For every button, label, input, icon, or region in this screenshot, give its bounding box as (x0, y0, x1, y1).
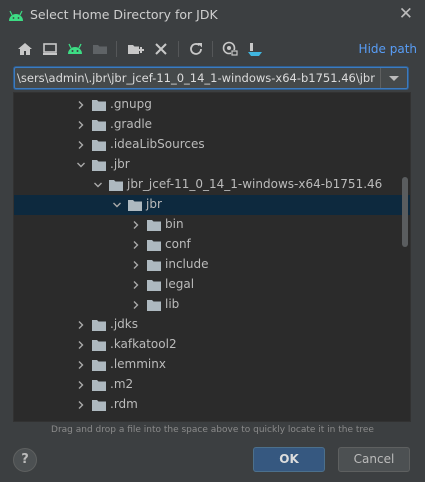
chevron-right-icon[interactable] (75, 359, 87, 371)
tree-scrollbar[interactable] (402, 177, 408, 247)
tree-row[interactable]: .jdks (14, 315, 410, 335)
tree-row[interactable]: .m2 (14, 375, 410, 395)
delete-icon[interactable] (152, 40, 170, 58)
tree-row-label: .gnupg (110, 97, 152, 111)
tree-row-label: .ideaLibSources (110, 137, 205, 151)
tree-row[interactable]: jbr (14, 195, 410, 215)
tree-row-label: conf (165, 237, 191, 251)
cancel-button[interactable]: Cancel (338, 447, 410, 472)
desktop-icon[interactable] (41, 40, 59, 58)
chevron-right-icon[interactable] (130, 239, 142, 251)
path-field[interactable]: \sers\admin\.jbr\jbr_jcef-11_0_14_1-wind… (14, 67, 408, 89)
show-hidden-icon[interactable] (221, 40, 239, 58)
tree-row-label: .kafkatool2 (110, 337, 177, 351)
folder-icon (109, 180, 123, 191)
tree-row-label: legal (165, 277, 195, 291)
history-dropdown-button[interactable] (380, 68, 407, 88)
chevron-right-icon[interactable] (130, 219, 142, 231)
folder-icon (92, 320, 106, 331)
tree-row[interactable]: include (14, 255, 410, 275)
share-icon[interactable] (246, 40, 264, 58)
tree-row[interactable]: jbr_jcef-11_0_14_1-windows-x64-b1751.46 (14, 175, 410, 195)
tree-row-label: bin (165, 217, 184, 231)
toolbar-separator (116, 41, 117, 57)
window-title: Select Home Directory for JDK (30, 7, 218, 22)
tree-row-label: .lemminx (110, 357, 166, 371)
tree-row-label: .gradle (110, 117, 153, 131)
tree-row[interactable]: bin (14, 215, 410, 235)
chevron-right-icon[interactable] (75, 399, 87, 411)
tree-row-label: .jdks (110, 317, 138, 331)
toolbar-separator (178, 41, 179, 57)
hide-path-link[interactable]: Hide path (359, 42, 417, 56)
folder-icon (92, 400, 106, 411)
home-icon[interactable] (16, 40, 34, 58)
folder-icon (92, 360, 106, 371)
drag-drop-hint: Drag and drop a file into the space abov… (51, 425, 374, 435)
path-input[interactable]: \sers\admin\.jbr\jbr_jcef-11_0_14_1-wind… (15, 71, 379, 85)
tree-row[interactable]: .gnupg (14, 95, 410, 115)
tree-row[interactable]: .ideaLibSources (14, 135, 410, 155)
project-folder-icon[interactable] (91, 40, 109, 58)
chevron-right-icon[interactable] (130, 299, 142, 311)
tree-row-label: .jbr (110, 157, 130, 171)
chevron-right-icon[interactable] (75, 119, 87, 131)
folder-icon (92, 340, 106, 351)
chevron-right-icon[interactable] (75, 139, 87, 151)
folder-icon (147, 300, 161, 311)
tree-row[interactable]: legal (14, 275, 410, 295)
folder-icon (92, 140, 106, 151)
android-studio-icon (9, 10, 23, 21)
tree-row[interactable]: .lemminx (14, 355, 410, 375)
tree-row-label: .rdm (110, 397, 138, 411)
chevron-right-icon[interactable] (75, 339, 87, 351)
tree-row[interactable]: lib (14, 295, 410, 315)
tree-row[interactable]: .kafkatool2 (14, 335, 410, 355)
help-button[interactable]: ? (13, 448, 37, 472)
toolbar: Hide path (12, 38, 417, 60)
tree-row-label: lib (165, 297, 180, 311)
chevron-right-icon[interactable] (75, 319, 87, 331)
ok-button[interactable]: OK (253, 447, 325, 472)
chevron-down-icon[interactable] (92, 179, 104, 191)
refresh-icon[interactable] (187, 40, 205, 58)
folder-icon (147, 240, 161, 251)
tree-row-label: .m2 (110, 377, 134, 391)
tree-row[interactable]: conf (14, 235, 410, 255)
folder-icon (128, 200, 142, 211)
tree-row-label: include (165, 257, 209, 271)
chevron-down-icon[interactable] (111, 199, 123, 211)
folder-icon (92, 160, 106, 171)
folder-icon (147, 280, 161, 291)
chevron-down-icon[interactable] (75, 159, 87, 171)
folder-icon (92, 120, 106, 131)
chevron-right-icon[interactable] (75, 99, 87, 111)
folder-icon (147, 220, 161, 231)
chevron-right-icon[interactable] (130, 259, 142, 271)
android-icon[interactable] (66, 40, 84, 58)
folder-icon (147, 260, 161, 271)
chevron-right-icon[interactable] (75, 379, 87, 391)
tree-row-label: jbr_jcef-11_0_14_1-windows-x64-b1751.46 (127, 177, 383, 191)
folder-icon (92, 100, 106, 111)
close-icon[interactable]: ✕ (399, 5, 413, 23)
new-folder-icon[interactable] (126, 40, 144, 58)
chevron-right-icon[interactable] (130, 279, 142, 291)
tree-row[interactable]: .jbr (14, 155, 410, 175)
file-tree[interactable]: .gnupg .gradle .ideaLibSources .jbr jbr_jcef… (13, 92, 411, 422)
title-bar: Select Home Directory for JDK ✕ (0, 0, 425, 30)
folder-icon (92, 380, 106, 391)
tree-row-label: jbr (146, 197, 162, 211)
tree-row[interactable]: .gradle (14, 115, 410, 135)
tree-row[interactable]: .rdm (14, 395, 410, 415)
toolbar-separator (212, 41, 213, 57)
